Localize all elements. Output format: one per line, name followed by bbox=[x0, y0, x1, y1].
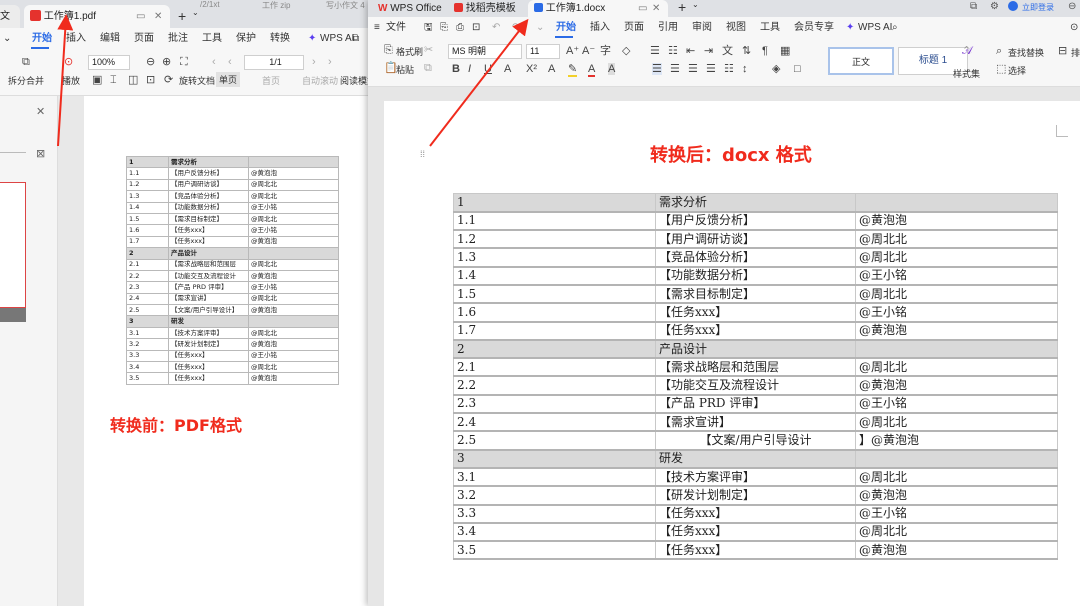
annotation-arrows bbox=[57, 14, 529, 147]
screenshot-stage: 文 工作簿1.pdf ▭ ✕ + ⌄ /2/1xt 工作 zip 写小作文 4 … bbox=[0, 0, 1080, 606]
arrow-to-docx-tab bbox=[429, 18, 529, 147]
arrow-to-pdf-tab bbox=[57, 14, 74, 147]
